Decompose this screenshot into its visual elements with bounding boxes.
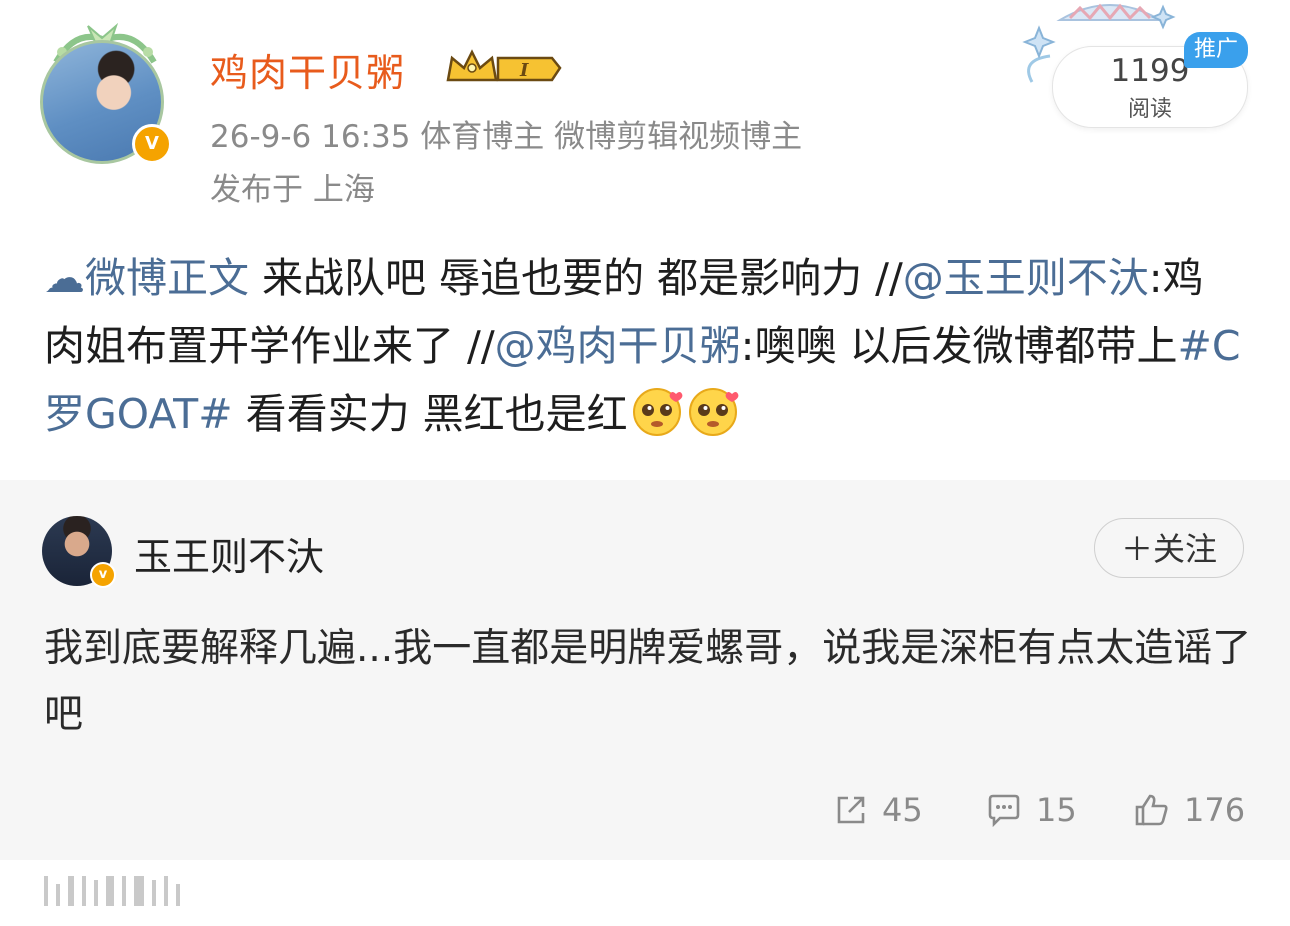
repost-icon [837, 796, 865, 824]
svg-text:I: I [519, 60, 529, 81]
pleading-face-emoji-icon [632, 388, 683, 436]
comment-count: 15 [1036, 791, 1077, 829]
pleading-face-emoji-icon [688, 388, 739, 436]
post-location: 发布于 上海 [210, 172, 375, 208]
original-post-text: 我到底要解释几遍...我一直都是明牌爱螺哥，说我是深柜有点太造谣了吧 [44, 626, 1252, 737]
repost-button[interactable]: 45 [834, 790, 923, 830]
promote-tag[interactable]: 推广 [1184, 32, 1248, 68]
verified-badge: V [132, 124, 172, 164]
mention-link[interactable]: @玉王则不汏 [903, 254, 1149, 302]
verified-badge-small: v [90, 562, 116, 588]
post-text-segment: 来战队吧 辱追也要的 都是影响力 // [249, 254, 903, 302]
post-text-segment: 看看实力 黑红也是红 [232, 390, 628, 438]
author-name[interactable]: 鸡肉干贝粥 [210, 42, 405, 97]
original-author-name[interactable]: 玉王则不汏 [134, 526, 324, 581]
post-body: ☁微博正文 来战队吧 辱追也要的 都是影响力 //@玉王则不汏:鸡肉姐布置开学作… [44, 244, 1244, 448]
topic-cloud-icon: ☁ [44, 254, 85, 302]
author-avatar-frame[interactable]: V [36, 18, 174, 164]
comment-icon [988, 794, 1020, 827]
mention-link[interactable]: @鸡肉干贝粥 [495, 322, 741, 370]
topic-link[interactable]: 微博正文 [85, 254, 249, 302]
repost-count: 45 [882, 791, 923, 829]
post-text-segment: :噢噢 以后发微博都带上 [740, 322, 1178, 370]
thumbs-up-icon [1135, 794, 1168, 826]
follow-button[interactable]: ＋关注 [1094, 518, 1244, 578]
truncated-content-strip [44, 872, 180, 906]
like-button[interactable]: 176 [1134, 790, 1245, 830]
read-label: 阅读 [1127, 97, 1172, 122]
crown-level-icon: I [446, 49, 562, 82]
comment-button[interactable]: 15 [986, 790, 1077, 830]
post-meta-time-and-tags: 26-9-6 16:35 体育博主 微博剪辑视频博主 [210, 119, 803, 155]
like-count: 176 [1184, 791, 1246, 829]
